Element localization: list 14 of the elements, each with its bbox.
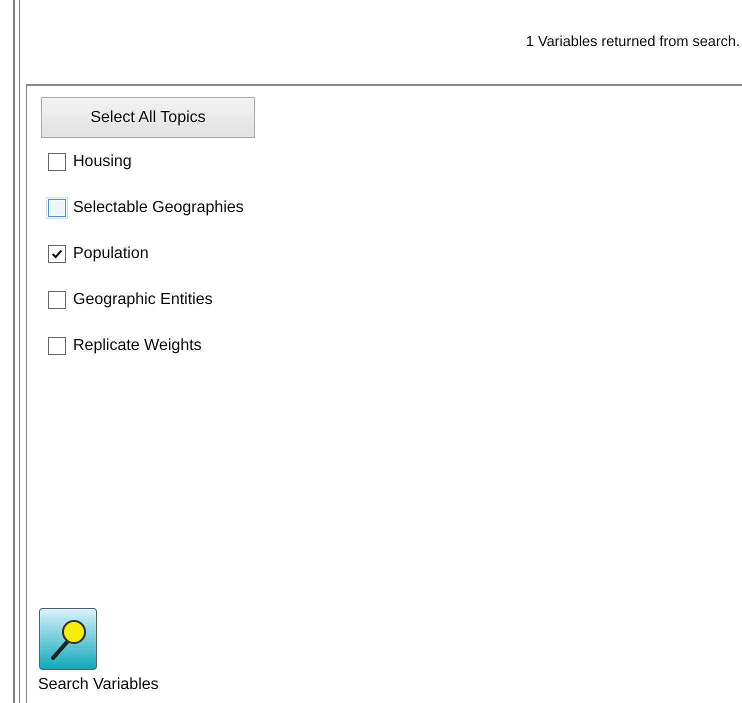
select-all-button[interactable]: Select All Topics xyxy=(41,97,255,138)
checkbox[interactable] xyxy=(48,337,66,355)
search-variables-label[interactable]: Search Variables xyxy=(38,676,159,694)
checkbox-label[interactable]: Selectable Geographies xyxy=(73,199,244,217)
checkbox-label[interactable]: Housing xyxy=(73,153,132,171)
check-icon xyxy=(50,247,64,261)
checkbox-label[interactable]: Geographic Entities xyxy=(73,291,213,309)
checkbox[interactable] xyxy=(48,153,66,171)
status-text: 1 Variables returned from search. xyxy=(526,34,740,50)
checkbox-label[interactable]: Replicate Weights xyxy=(73,337,202,355)
checkbox[interactable] xyxy=(48,291,66,309)
checkbox-label[interactable]: Population xyxy=(73,245,149,263)
checkbox[interactable] xyxy=(48,245,66,263)
magnifier-icon[interactable] xyxy=(39,608,97,670)
